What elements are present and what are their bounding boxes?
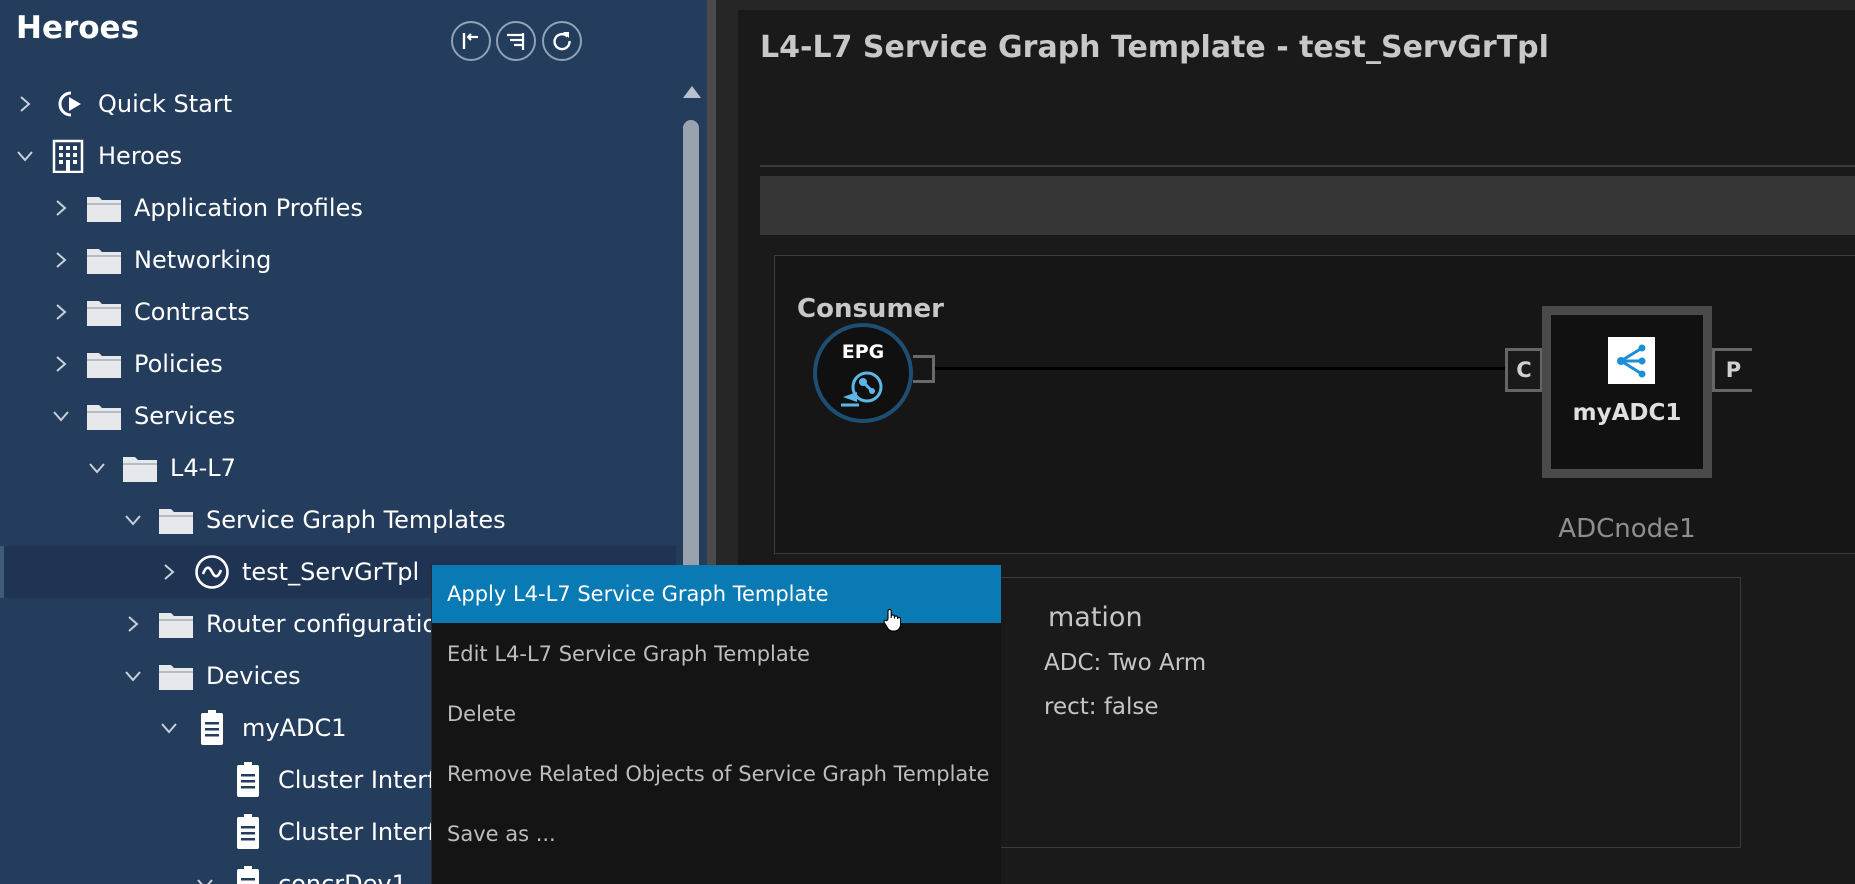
consumer-label: Consumer	[797, 294, 944, 324]
quickstart-icon	[50, 86, 86, 122]
tree-item-application-profiles[interactable]: Application Profiles	[0, 182, 707, 234]
chevron-down-icon[interactable]	[122, 665, 144, 687]
load-balancer-icon	[1608, 337, 1655, 384]
info-line: ADC: Two Arm	[1044, 650, 1207, 676]
menu-item-edit-template[interactable]: Edit L4-L7 Service Graph Template	[432, 625, 1001, 683]
epg-connector	[913, 355, 935, 383]
folder-icon	[158, 502, 194, 538]
interface-icon	[230, 762, 266, 798]
folder-icon	[86, 294, 122, 330]
tree-item-services[interactable]: Services	[0, 390, 707, 442]
adc-node[interactable]: myADC1	[1542, 306, 1712, 478]
nav-title: Heroes	[16, 10, 140, 46]
scroll-thumb[interactable]	[683, 120, 699, 610]
divider	[760, 165, 1855, 167]
filter-icon	[507, 33, 525, 50]
filter-button[interactable]	[496, 21, 536, 61]
folder-icon	[86, 346, 122, 382]
tree-item-label: Contracts	[134, 298, 250, 326]
interface-icon	[230, 814, 266, 850]
folder-icon	[86, 242, 122, 278]
adc-node-name: ADCnode1	[1558, 514, 1696, 544]
device-icon	[194, 710, 230, 746]
menu-item-apply-template[interactable]: Apply L4-L7 Service Graph Template	[432, 565, 1001, 623]
tree-item-service-graph-templates[interactable]: Service Graph Templates	[0, 494, 707, 546]
chevron-right-icon[interactable]	[50, 197, 72, 219]
consumer-connector[interactable]: C	[1505, 348, 1543, 392]
tenant-icon	[50, 138, 86, 174]
consumer-epg-node[interactable]: EPG	[813, 323, 913, 423]
page-title: L4-L7 Service Graph Template - test_Serv…	[760, 30, 1549, 65]
menu-item-delete[interactable]: Delete	[432, 685, 1001, 743]
tree-item-contracts[interactable]: Contracts	[0, 286, 707, 338]
chevron-right-icon[interactable]	[50, 301, 72, 323]
collapse-button[interactable]	[451, 21, 491, 61]
tree-item-label: myADC1	[242, 714, 347, 742]
scroll-up-arrow-icon[interactable]	[683, 86, 701, 98]
folder-icon	[86, 190, 122, 226]
tree-item-label: Quick Start	[98, 90, 233, 118]
chevron-down-icon[interactable]	[14, 145, 36, 167]
info-title: mation	[1048, 602, 1143, 633]
tree-item-label: L4-L7	[170, 454, 236, 482]
tree-item-label: Networking	[134, 246, 272, 274]
graph-connection-line	[935, 367, 1505, 370]
tree-item-networking[interactable]: Networking	[0, 234, 707, 286]
tree-item-label: Heroes	[98, 142, 183, 170]
tree-item-quick-start[interactable]: Quick Start	[0, 78, 690, 130]
adc-device-name: myADC1	[1572, 400, 1682, 426]
device-icon	[230, 866, 266, 884]
epg-label: EPG	[841, 341, 885, 363]
tree-item-l4-l7[interactable]: L4-L7	[0, 442, 707, 494]
tree-item-label: concrDev1	[278, 870, 407, 884]
folder-icon	[158, 658, 194, 694]
tree-item-label: test_ServGrTpl	[242, 558, 420, 586]
chevron-right-icon[interactable]	[50, 249, 72, 271]
chevron-right-icon[interactable]	[14, 93, 36, 115]
menu-item-remove-related-objects[interactable]: Remove Related Objects of Service Graph …	[432, 745, 1001, 803]
chevron-right-icon[interactable]	[158, 561, 180, 583]
folder-icon	[86, 398, 122, 434]
provider-connector[interactable]: P	[1712, 348, 1752, 392]
chevron-down-icon[interactable]	[194, 873, 216, 884]
graph-toolbar	[760, 176, 1855, 235]
context-menu: Apply L4-L7 Service Graph Template Edit …	[431, 565, 1001, 884]
tree-item-label: Policies	[134, 350, 223, 378]
refresh-button[interactable]	[542, 21, 582, 61]
menu-item-save-as[interactable]: Save as ...	[432, 805, 1001, 863]
tree-item-label: Application Profiles	[134, 194, 363, 222]
hand-cursor-icon	[883, 608, 901, 632]
tree-item-label: Service Graph Templates	[206, 506, 506, 534]
tree-item-label: Router configurations	[206, 610, 465, 638]
refresh-icon	[553, 32, 571, 51]
info-line: rect: false	[1044, 694, 1159, 720]
chevron-down-icon[interactable]	[50, 405, 72, 427]
service-graph-icon	[194, 554, 230, 590]
collapse-icon	[462, 33, 478, 49]
tree-item-heroes[interactable]: Heroes	[0, 130, 690, 182]
tree-item-label: Services	[134, 402, 236, 430]
service-graph-canvas: Consumer EPG C myADC1 P ADCnode1	[774, 255, 1855, 554]
chevron-down-icon[interactable]	[122, 509, 144, 531]
chevron-right-icon[interactable]	[50, 353, 72, 375]
chevron-down-icon[interactable]	[86, 457, 108, 479]
chevron-down-icon[interactable]	[158, 717, 180, 739]
tree-item-label: Devices	[206, 662, 301, 690]
folder-icon	[158, 606, 194, 642]
node-information-panel: mation ADC: Two Arm rect: false	[871, 577, 1741, 848]
epg-icon	[841, 371, 883, 407]
folder-icon	[122, 450, 158, 486]
chevron-right-icon[interactable]	[122, 613, 144, 635]
tree-item-policies[interactable]: Policies	[0, 338, 707, 390]
